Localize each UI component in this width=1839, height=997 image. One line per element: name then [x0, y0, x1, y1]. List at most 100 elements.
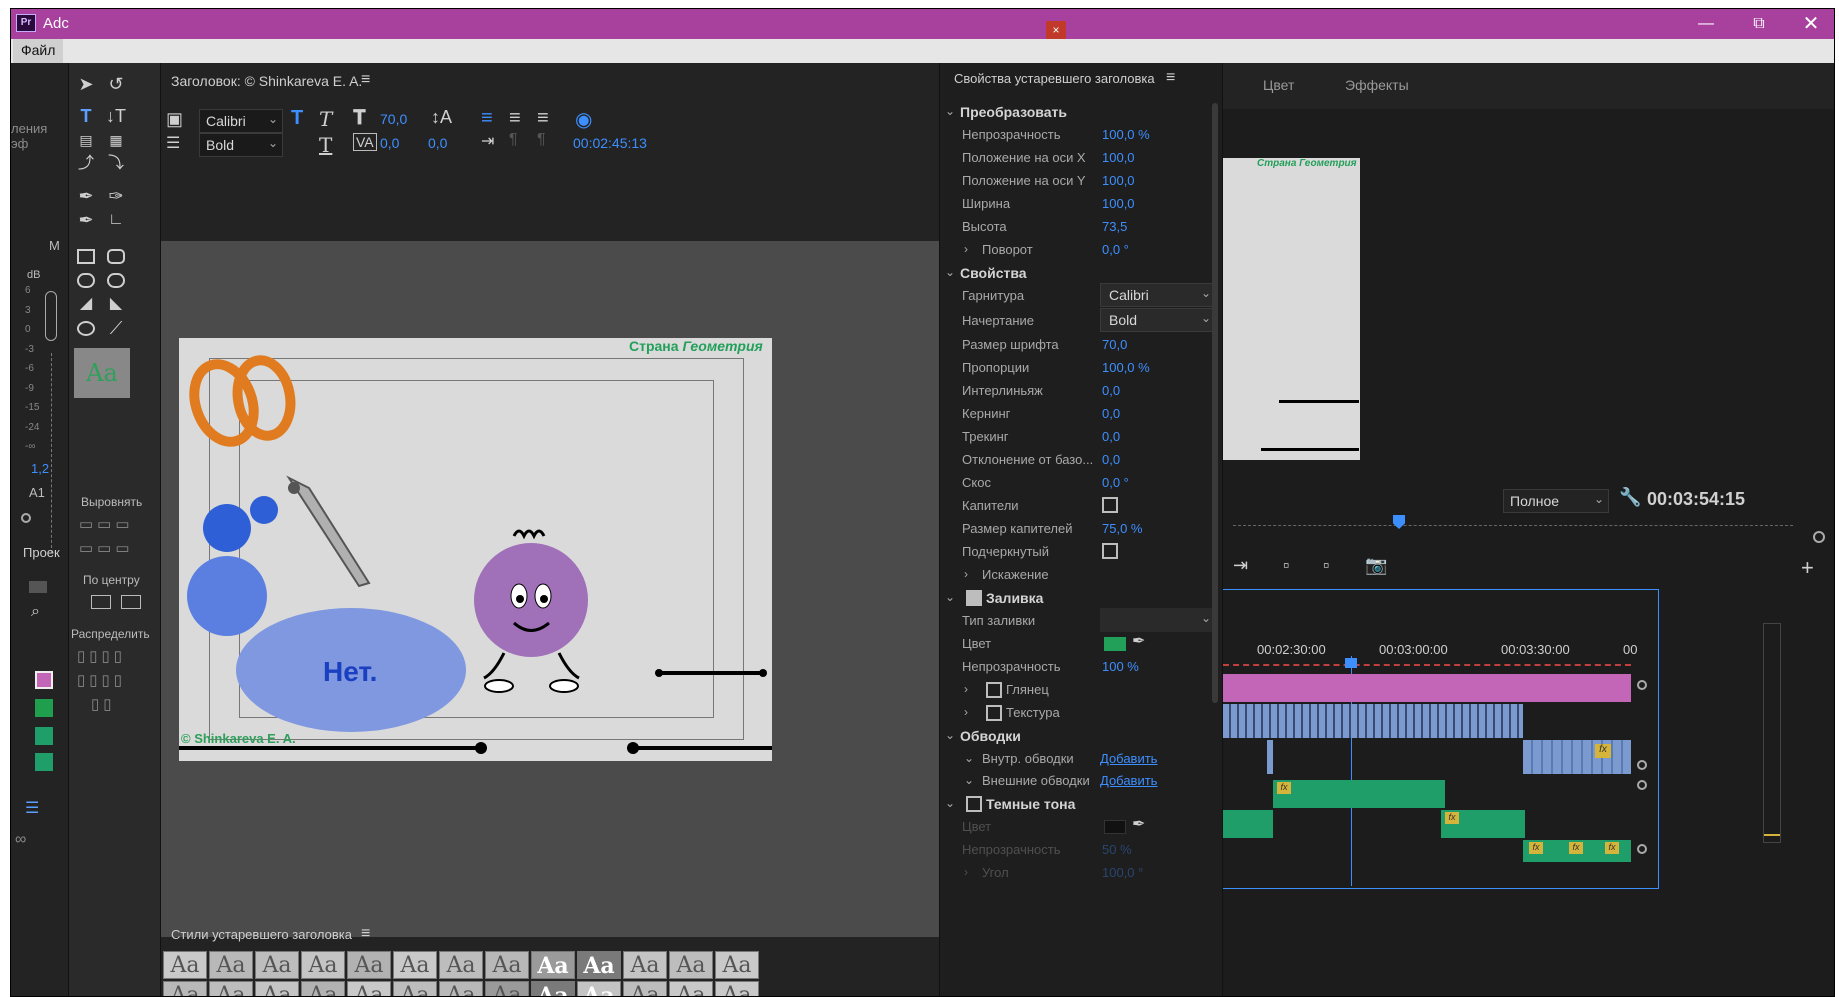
add-anchor-icon[interactable]: ✒	[73, 207, 99, 233]
track-scroll-handle-3[interactable]	[1637, 780, 1647, 790]
wedge-tool-icon[interactable]: ◢	[73, 291, 99, 317]
fx-badge-5[interactable]: fx	[1569, 842, 1583, 854]
texture-checkbox[interactable]	[986, 705, 1002, 721]
style-swatch[interactable]: Aa	[715, 981, 759, 996]
prop-distort[interactable]: › Искажение	[940, 564, 1222, 586]
convert-anchor-icon[interactable]: ∟	[103, 207, 129, 233]
distribute-icons-row3[interactable]: ▯▯	[91, 695, 116, 713]
style-swatch[interactable]: Aa	[393, 951, 437, 979]
tab-effects[interactable]: Эффекты	[1345, 77, 1409, 93]
bubble-text[interactable]: Нет.	[323, 656, 377, 688]
style-swatch[interactable]: Aa	[209, 981, 253, 996]
clip-color-green-3[interactable]	[35, 753, 53, 771]
style-swatch[interactable]: Aa	[439, 951, 483, 979]
video-clip-1[interactable]	[1223, 704, 1523, 738]
style-swatch[interactable]: Aa	[531, 981, 575, 996]
track-scroll-handle-1[interactable]	[1637, 680, 1647, 690]
props-menu-icon[interactable]: ≡	[1166, 69, 1175, 87]
bold-icon[interactable]: T	[291, 107, 303, 130]
pen-tool-icon[interactable]: ✒	[73, 183, 99, 209]
minimize-icon[interactable]: —	[1686, 13, 1726, 35]
restore-icon[interactable]: ⧉	[1739, 13, 1779, 35]
style-swatch[interactable]: Aa	[669, 981, 713, 996]
align-left-icon[interactable]: ≡	[481, 107, 493, 130]
playback-quality-dropdown[interactable]: Полное ⌄	[1503, 489, 1609, 513]
underline-icon[interactable]: T	[319, 133, 332, 157]
font-style-dropdown[interactable]: Bold ⌄	[199, 133, 283, 157]
video-frame[interactable]: Страна Геометрия Нет. © Shinkareva E. A.	[179, 338, 772, 761]
arc-tool-icon[interactable]: ◣	[103, 291, 129, 317]
delete-anchor-icon[interactable]: ✑	[103, 183, 129, 209]
type-tool-icon[interactable]: T	[73, 103, 99, 129]
style-swatch[interactable]: Aa	[163, 951, 207, 979]
editor-timecode[interactable]: 00:02:45:13	[573, 135, 647, 151]
playhead-handle[interactable]	[1345, 658, 1357, 668]
effects-tab-fragment[interactable]: ления эф	[11, 121, 68, 151]
level-value[interactable]: 1,2	[31, 461, 49, 476]
video-clip-sliver[interactable]	[1267, 740, 1273, 774]
fx-badge-6[interactable]: fx	[1605, 842, 1619, 854]
kerning-icon[interactable]: VA	[353, 133, 377, 151]
fx-badge-4[interactable]: fx	[1529, 842, 1543, 854]
style-swatch[interactable]: Aa	[255, 981, 299, 996]
fill-color-swatch[interactable]	[1104, 637, 1126, 651]
style-swatch[interactable]: Aa	[163, 981, 207, 996]
show-video-icon[interactable]: ◉	[575, 107, 592, 132]
menu-file[interactable]: Файл	[13, 39, 64, 63]
close-window-icon[interactable]: ✕	[1791, 13, 1831, 35]
fill-type-dropdown[interactable]: ⌄	[1100, 608, 1218, 632]
underline-checkbox[interactable]	[1102, 543, 1118, 559]
leading-icon[interactable]: ↕A	[431, 107, 452, 128]
add-inner-stroke-link[interactable]: Добавить	[1100, 751, 1157, 766]
clipped-rect-tool-icon[interactable]	[77, 273, 95, 288]
style-dropdown[interactable]: Bold ⌄	[1100, 308, 1218, 332]
clip-color-green-1[interactable]	[35, 699, 53, 717]
style-swatch[interactable]: Aa	[577, 951, 621, 979]
style-swatch[interactable]: Aa	[623, 981, 667, 996]
section-strokes[interactable]: ⌄ Обводки	[940, 725, 1222, 747]
small-caps-checkbox[interactable]	[1102, 497, 1118, 513]
style-swatch[interactable]: Aa	[439, 981, 483, 996]
close-title-editor-icon[interactable]: ×	[1046, 21, 1066, 39]
volume-slider[interactable]	[45, 291, 57, 341]
style-swatch[interactable]: Aa	[623, 951, 667, 979]
vertical-area-type-icon[interactable]: ▦	[103, 127, 129, 153]
prop-sheen[interactable]: › Глянец	[940, 679, 1222, 701]
folder-icon[interactable]	[29, 581, 47, 593]
style-swatch[interactable]: Aa	[393, 981, 437, 996]
monitor-timecode[interactable]: 00:03:54:15	[1647, 489, 1745, 510]
monitor-playhead[interactable]	[1393, 515, 1405, 529]
leading-value[interactable]: 0,0	[428, 135, 447, 151]
style-swatch[interactable]: Aa	[301, 981, 345, 996]
distribute-icons-row2[interactable]: ▯▯▯▯	[77, 671, 126, 689]
wrench-icon[interactable]: 🔧	[1619, 487, 1641, 508]
distribute-icons-row1[interactable]: ▯▯▯▯	[77, 647, 126, 665]
audio-clip-1[interactable]	[1273, 780, 1445, 808]
video-clip-2[interactable]	[1523, 740, 1631, 774]
style-swatch[interactable]: Aa	[485, 951, 529, 979]
fx-badge-3[interactable]: fx	[1445, 812, 1459, 824]
center-horizontal-icon[interactable]	[91, 595, 111, 609]
list-view-icon[interactable]: ☰	[25, 798, 39, 818]
rotation-tool-icon[interactable]: ↺	[103, 71, 129, 97]
rectangle-tool-icon[interactable]	[77, 249, 95, 264]
circle-icon[interactable]	[21, 513, 31, 523]
path-type-tool-icon[interactable]: ⤴	[73, 151, 99, 177]
italic-icon[interactable]: T	[319, 107, 332, 131]
project-tab[interactable]: Проек	[23, 545, 60, 560]
shadow-color-swatch[interactable]	[1104, 820, 1126, 834]
vertical-type-tool-icon[interactable]: ↓T	[103, 103, 129, 129]
section-transform[interactable]: ⌄ Преобразовать	[940, 101, 1222, 123]
audio-clip-2[interactable]	[1223, 810, 1273, 838]
style-swatch[interactable]: Aa	[485, 981, 529, 996]
style-swatch[interactable]: Aa	[669, 951, 713, 979]
style-swatch[interactable]: Aa	[715, 951, 759, 979]
add-button-icon[interactable]: +	[1801, 555, 1814, 581]
add-outer-stroke-link[interactable]: Добавить	[1100, 773, 1157, 788]
align-center-icon[interactable]: ≡	[509, 107, 521, 130]
clip-color-pink[interactable]	[35, 671, 53, 689]
rounded-rect-tool-icon[interactable]	[107, 249, 125, 264]
fx-badge-2[interactable]: fx	[1277, 782, 1291, 794]
align-icons-row2[interactable]: ▭▭▭	[79, 539, 134, 557]
align-right-icon[interactable]: ≡	[537, 107, 549, 130]
